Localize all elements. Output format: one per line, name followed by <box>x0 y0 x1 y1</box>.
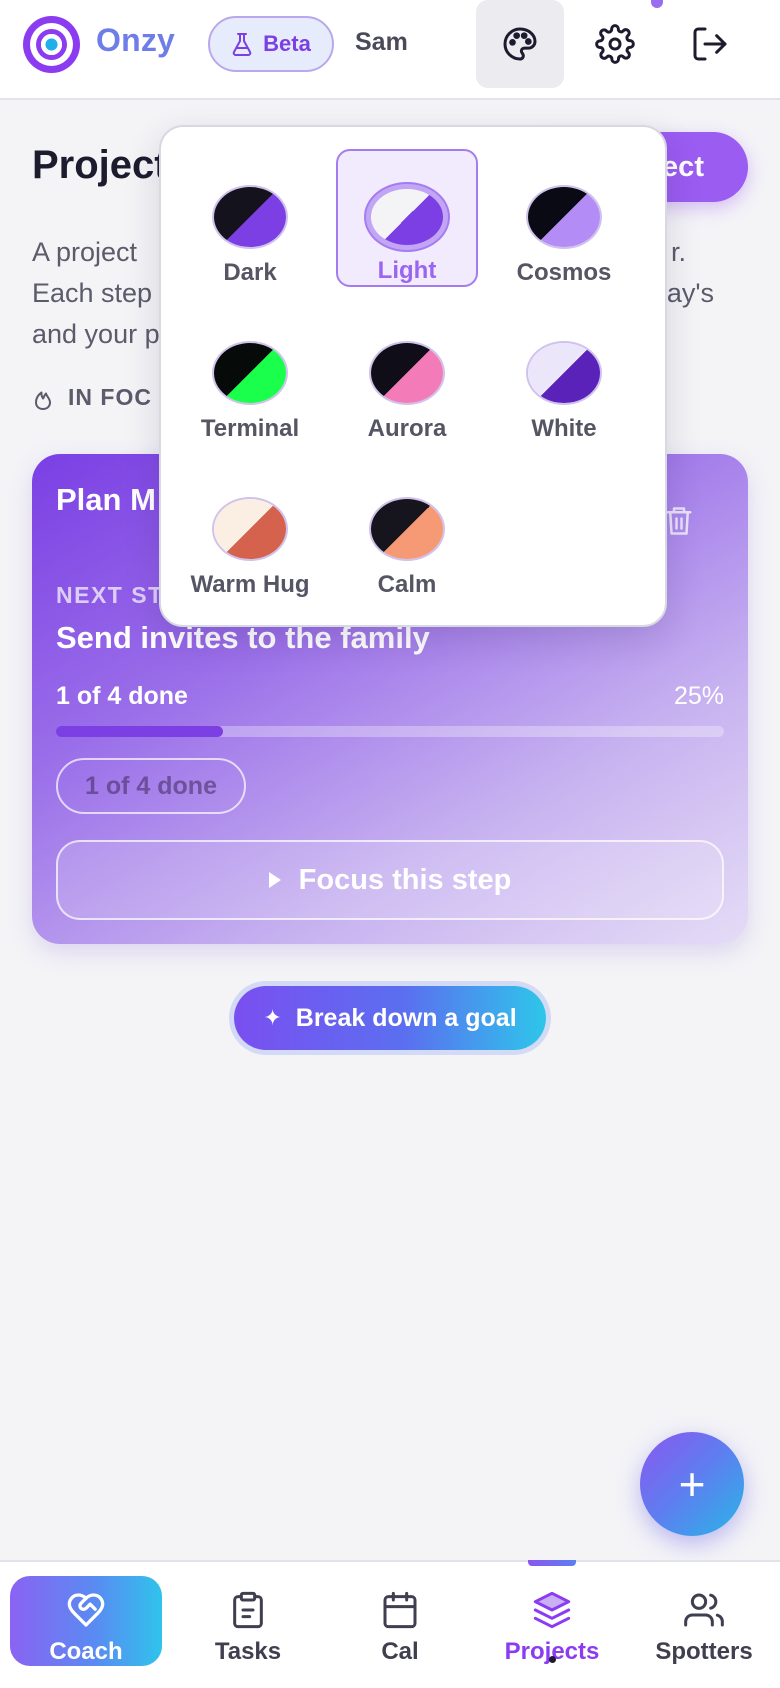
theme-option-label: Cosmos <box>516 259 612 286</box>
theme-swatch <box>214 187 286 247</box>
active-tab-indicator <box>528 1560 576 1566</box>
progress-percent: 25% <box>673 682 724 710</box>
play-icon <box>268 872 281 888</box>
theme-swatch <box>371 189 443 245</box>
gear-icon <box>595 24 635 64</box>
calendar-icon <box>383 1591 417 1629</box>
app-logo-icon[interactable] <box>23 16 80 73</box>
settings-button[interactable] <box>571 0 659 88</box>
theme-option-calm[interactable]: Calm <box>336 461 478 599</box>
theme-option-aurora[interactable]: Aurora <box>336 305 478 443</box>
active-tab-dot <box>549 1656 556 1663</box>
nav-item-tasks[interactable]: Tasks <box>172 1576 324 1666</box>
theme-swatch <box>371 343 443 403</box>
project-title: Plan M <box>56 482 156 517</box>
intro-line-3: and your p <box>32 319 160 349</box>
nav-item-cal[interactable]: Cal <box>324 1576 476 1666</box>
break-down-goal-label: Break down a goal <box>295 1003 517 1032</box>
theme-option-label: Calm <box>377 571 437 598</box>
intro-line-1: A project <box>32 237 138 267</box>
theme-option-white[interactable]: White <box>493 305 635 443</box>
theme-swatch <box>214 343 286 403</box>
bottom-nav: Coach Tasks Cal Projects Spotters <box>0 1560 780 1688</box>
theme-option-cosmos[interactable]: Cosmos <box>493 149 635 287</box>
trash-icon[interactable] <box>664 504 694 538</box>
theme-swatch <box>371 499 443 559</box>
add-fab-button[interactable]: + <box>640 1432 744 1536</box>
progress-bar <box>56 726 724 737</box>
users-icon <box>684 1593 724 1627</box>
in-focus-section-header: IN FOC <box>32 384 152 411</box>
clipboard-icon <box>233 1591 263 1629</box>
progress-text: 1 of 4 done <box>56 682 188 710</box>
sparkle-icon: ✦ <box>263 1005 282 1030</box>
theme-picker-popup: Dark Light Cosmos Terminal Aurora White Warm H… <box>159 125 667 627</box>
layers-icon <box>533 1591 571 1629</box>
beta-badge[interactable]: Beta <box>208 16 334 72</box>
heart-handshake-icon <box>67 1593 105 1627</box>
nav-item-projects[interactable]: Projects <box>476 1576 628 1666</box>
logout-button[interactable] <box>666 0 754 88</box>
theme-option-label: Aurora <box>367 415 447 442</box>
theme-option-label: Warm Hug <box>190 571 310 598</box>
nav-item-coach[interactable]: Coach <box>10 1576 162 1666</box>
theme-option-terminal[interactable]: Terminal <box>179 305 321 443</box>
theme-option-label: White <box>531 415 597 442</box>
theme-swatch <box>214 499 286 559</box>
theme-button[interactable] <box>476 0 564 88</box>
beta-label: Beta <box>263 31 311 56</box>
flask-icon <box>232 33 252 56</box>
nav-label-tasks: Tasks <box>214 1638 282 1665</box>
nav-item-spotters[interactable]: Spotters <box>628 1576 780 1666</box>
intro-right-1: r. <box>670 237 686 267</box>
focus-step-label: Focus this step <box>298 863 512 896</box>
theme-option-label: Terminal <box>200 415 300 442</box>
intro-line-2: Each step <box>32 278 153 308</box>
theme-option-label: Dark <box>223 259 277 286</box>
user-name: Sam <box>355 28 408 56</box>
theme-option-warm-hug[interactable]: Warm Hug <box>179 461 321 599</box>
page-title: Project <box>32 143 168 187</box>
flame-icon <box>35 391 51 410</box>
theme-option-dark[interactable]: Dark <box>179 149 321 287</box>
top-bar: Onzy Beta Sam <box>0 0 780 100</box>
theme-option-label: Light <box>377 257 437 284</box>
theme-option-light[interactable]: Light <box>336 149 478 287</box>
logout-icon <box>693 27 727 61</box>
in-focus-label: IN FOC <box>68 384 152 410</box>
nav-label-coach: Coach <box>49 1638 123 1665</box>
theme-swatch <box>528 343 600 403</box>
app-name[interactable]: Onzy <box>96 22 175 59</box>
notification-dot <box>651 0 663 8</box>
palette-icon <box>503 27 537 61</box>
plus-icon: + <box>678 1458 706 1510</box>
break-down-goal-button[interactable]: ✦ Break down a goal <box>234 986 546 1050</box>
theme-swatch <box>528 187 600 247</box>
intro-right-2: ay's <box>666 278 714 308</box>
nav-label-cal: Cal <box>381 1638 419 1665</box>
progress-bar-fill <box>56 726 223 737</box>
next-step-label: NEXT ST <box>56 582 164 608</box>
focus-step-button[interactable]: Focus this step <box>56 840 724 920</box>
steps-done-chip[interactable]: 1 of 4 done <box>56 758 246 814</box>
nav-label-spotters: Spotters <box>655 1638 753 1665</box>
